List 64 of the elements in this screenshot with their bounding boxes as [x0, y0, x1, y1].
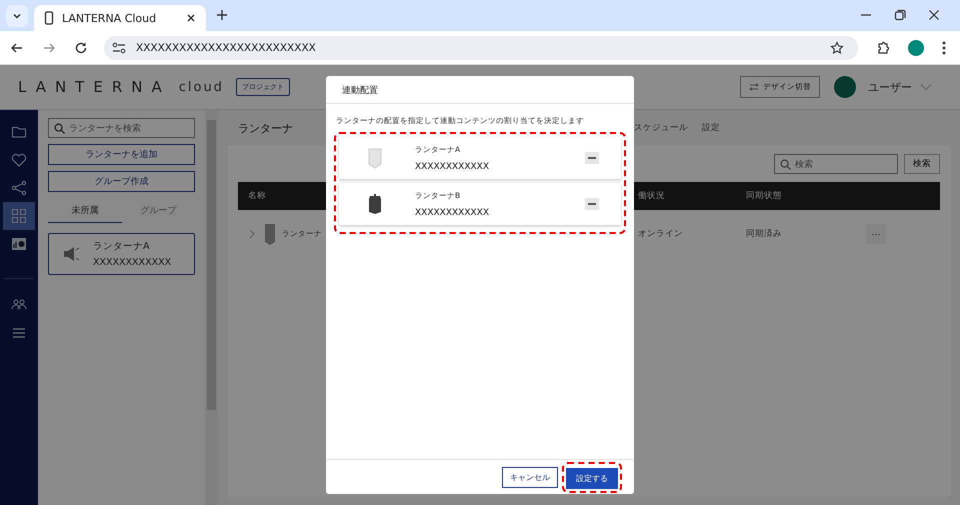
user-avatar[interactable] [834, 76, 856, 98]
panel-tab[interactable]: 未所属 [48, 200, 122, 223]
chevron-down-icon [12, 11, 22, 21]
more-button[interactable]: ··· [866, 224, 886, 244]
logo-text: LANTERNA [18, 78, 171, 96]
close-icon[interactable] [186, 13, 196, 23]
new-tab-icon[interactable] [216, 9, 228, 21]
swap-icon [749, 83, 759, 91]
lantern-icon [367, 147, 383, 169]
share-icon [11, 180, 27, 196]
logo-subtext: cloud [178, 80, 224, 94]
table-cell-text: 同期済み [746, 228, 783, 240]
chart-icon [11, 236, 27, 252]
lantern-icon [367, 193, 383, 215]
lantern-name: ランターナA [93, 240, 150, 253]
column-header: 名称 [248, 190, 266, 202]
search-field[interactable]: ランターナを検索 [48, 118, 195, 138]
site-settings-icon[interactable] [112, 42, 126, 54]
column-header: 働状況 [638, 190, 666, 202]
cancel-button[interactable]: キャンセル [502, 466, 558, 488]
dialog-title: 連動配置 [326, 76, 634, 104]
search-icon [780, 159, 791, 170]
lantern-icon [264, 222, 276, 246]
lantern-card[interactable]: ランターナA XXXXXXXXXXXX [48, 233, 195, 275]
more-icon[interactable] [942, 40, 946, 54]
minus-icon [588, 202, 596, 206]
grid-icon [11, 208, 27, 224]
tab-list-button[interactable] [6, 5, 28, 27]
reload-icon[interactable] [74, 40, 88, 54]
folder-icon [11, 124, 27, 140]
phone-icon [44, 11, 54, 25]
browser-tab[interactable]: LANTERNA Cloud [34, 5, 206, 31]
restore-icon[interactable] [894, 9, 906, 21]
remove-button[interactable] [585, 198, 599, 210]
url-text: XXXXXXXXXXXXXXXXXXXXXXXXX [136, 42, 316, 54]
table-cell-text: オンライン [638, 228, 684, 240]
puzzle-icon[interactable] [876, 40, 890, 54]
address-bar[interactable]: XXXXXXXXXXXXXXXXXXXXXXXXX [104, 36, 858, 60]
outline-button[interactable]: グループ作成 [48, 171, 195, 192]
page-title: ランターナ [238, 120, 293, 136]
serial-number: XXXXXXXXXXXX [415, 162, 490, 172]
outline-button[interactable]: ランターナを追加 [48, 144, 195, 165]
user-name[interactable]: ユーザー [868, 80, 912, 94]
content-tab[interactable]: 設定 [702, 122, 720, 134]
profile-avatar[interactable] [908, 40, 924, 56]
panel-tab[interactable]: グループ [122, 200, 195, 223]
close-icon[interactable] [928, 9, 940, 21]
serial-number: XXXXXXXXXXXX [93, 257, 172, 268]
forward-icon[interactable] [42, 40, 56, 54]
content-tab[interactable]: スケジュール [634, 122, 688, 134]
heart-icon [11, 152, 27, 168]
serial-number: XXXXXXXXXXXX [415, 208, 490, 218]
search-button[interactable]: 検索 [904, 154, 940, 174]
nav-item[interactable] [3, 202, 35, 230]
search-field[interactable]: 検索 [774, 154, 898, 174]
minus-icon [588, 156, 596, 160]
search-icon [54, 123, 65, 134]
speaker-icon [63, 246, 81, 262]
remove-button[interactable] [585, 152, 599, 164]
confirm-button[interactable]: 設定する [566, 468, 618, 488]
back-icon[interactable] [10, 40, 24, 54]
star-icon[interactable] [830, 40, 844, 54]
tab-title: LANTERNA Cloud [62, 12, 158, 24]
column-header: 同期状態 [746, 190, 783, 202]
